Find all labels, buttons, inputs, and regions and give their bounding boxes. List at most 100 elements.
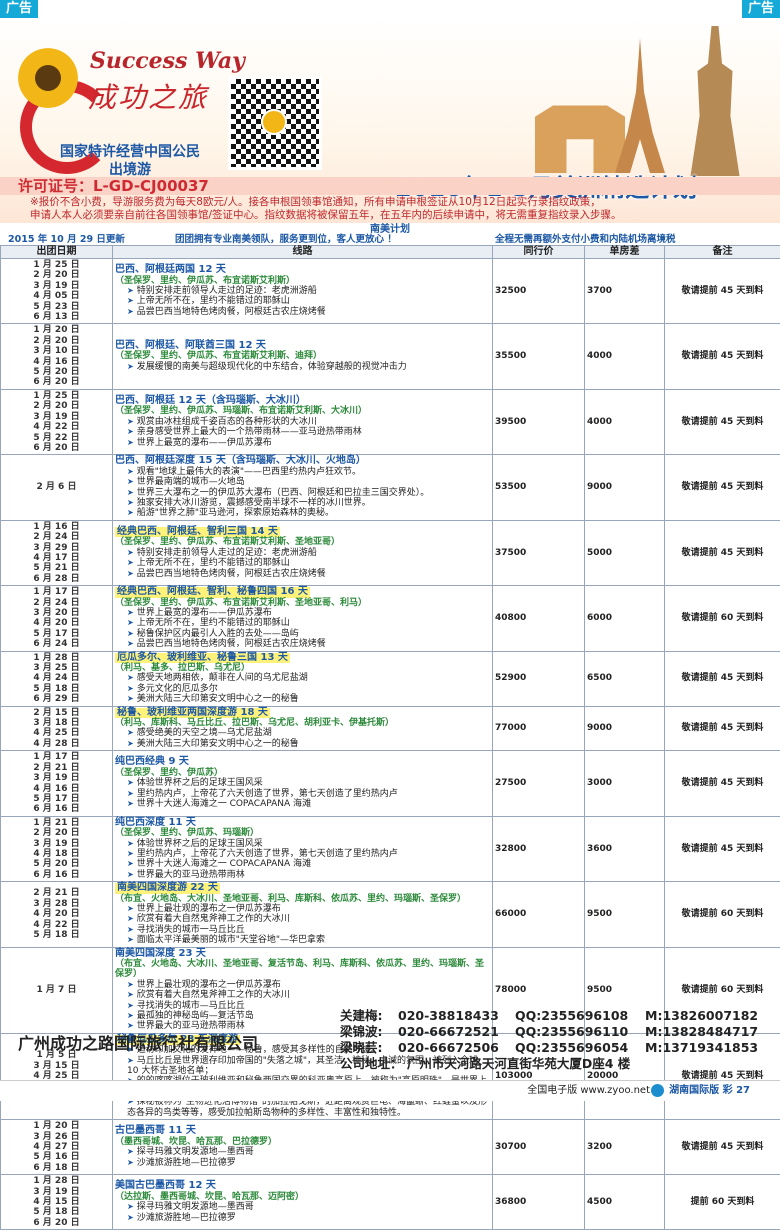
- route-highlight: 品尝巴西当地特色烤肉餐，阿根廷古农庄烧烤餐: [115, 569, 490, 579]
- departure-dates: 1 月 20 日 3 月 26 日 4 月 27 日 5 月 16 日 6 月 …: [1, 1120, 113, 1175]
- tour-row: 1 月 17 日 2 月 21 日 3 月 19 日 4 月 16 日 5 月 …: [1, 751, 780, 816]
- route-highlight: 发展缓慢的南美与超级现代化的中东结合，体验穿越般的视觉冲击力: [115, 362, 490, 372]
- single-supplement: 4000: [585, 389, 665, 454]
- route-highlight: 独家安排大冰川游览，震撼感受南半球不一样的冰川世界。: [115, 498, 490, 508]
- peer-price: 37500: [493, 520, 585, 585]
- notices: ※报价不含小费，导游服务费为每天8欧元/人。接各申根国领事馆通知，所有申请申根签…: [30, 196, 770, 222]
- tour-row: 1 月 17 日 2 月 24 日 3 月 20 日 4 月 20 日 5 月 …: [1, 586, 780, 651]
- route-cell: 南美四国深度游 22 天（布宜、火地岛、大冰川、圣地亚哥、利马、库斯科、依瓜苏、…: [113, 882, 493, 947]
- route-title: 纯巴西经典 9 天: [115, 756, 189, 767]
- booking-note: 敬请提前 45 天到料: [665, 389, 780, 454]
- route-highlight: 品尝巴西当地特色烤肉餐，阿根廷古农庄烧烤餐: [115, 307, 490, 317]
- route-highlight: 上帝无所不在，里约不能错过的耶稣山: [115, 296, 490, 306]
- route-highlight: 世界上最宽的瀑布——伊瓜苏瀑布: [115, 438, 490, 448]
- tour-row: 2 月 6 日巴西、阿根廷深度 15 天（含玛瑙斯、大冰川、火地岛）观看"地球上…: [1, 455, 780, 520]
- col-header-single: 单房差: [585, 246, 665, 259]
- route-cell: 纯巴西经典 9 天（圣保罗、里约、伊瓜苏）体验世界杯之后的足球王国风采里约热内卢…: [113, 751, 493, 816]
- route-highlight: 世界三大瀑布之一的伊瓜苏大瀑布（巴西、阿根廷和巴拉圭三国交界处）。: [115, 488, 490, 498]
- departure-dates: 1 月 28 日 3 月 19 日 4 月 15 日 5 月 18 日 6 月 …: [1, 1175, 113, 1230]
- route-title: 巴西、阿根廷 12 天（含玛瑙斯、大冰川）: [115, 395, 306, 406]
- route-highlight: 船游"世界之肺"亚马逊河，探索原始森林的奥秘。: [115, 508, 490, 518]
- sunflower-logo-icon: [18, 48, 78, 108]
- single-supplement: 5000: [585, 520, 665, 585]
- route-title: 经典巴西、阿根廷、智利、秘鲁四国 16 天: [115, 587, 310, 597]
- route-cities: （墨西哥城、坎昆、哈瓦那、巴拉德罗）: [115, 1137, 490, 1147]
- ad-label-right: 广告: [742, 0, 780, 18]
- route-highlight: 体验世界杯之后的足球王国风采: [115, 778, 490, 788]
- route-cell: 美国古巴墨西哥 12 天（达拉斯、墨西哥城、坎昆、哈瓦那、迈阿密）探寻玛雅文明发…: [113, 1175, 493, 1230]
- contact-row: 关建梅: 020-38818433 QQ:2355696108 M:138260…: [340, 1008, 780, 1024]
- route-cell: 厄瓜多尔、玻利维亚、秘鲁三国 13 天（利马、基多、拉巴斯、乌尤尼）感受天地两相…: [113, 651, 493, 706]
- qr-center-logo-icon: [261, 109, 287, 135]
- route-highlight: 世界最南端的城市—火地岛: [115, 477, 490, 487]
- booking-note: 敬请提前 45 天到料: [665, 706, 780, 751]
- route-title: 秘鲁、玻利维亚两国深度游 18 天: [115, 708, 270, 718]
- route-highlight: 感受天地两相依，颠非在人间的乌尤尼盐湖: [115, 673, 490, 683]
- departure-dates: 1 月 17 日 2 月 24 日 3 月 20 日 4 月 20 日 5 月 …: [1, 586, 113, 651]
- route-cell: 巴西、阿根廷 12 天（含玛瑙斯、大冰川）（圣保罗、里约、伊瓜苏、玛瑙斯、布宜诺…: [113, 389, 493, 454]
- route-highlight: 欣赏有着大自然鬼斧神工之作的大冰川: [115, 914, 490, 924]
- booking-note: 敬请提前 45 天到料: [665, 816, 780, 881]
- route-cell: 经典巴西、阿根廷、智利三国 14 天（圣保罗、里约、伊瓜苏、布宜诺斯艾利斯、圣地…: [113, 520, 493, 585]
- route-highlight: 世界十大迷人海滩之一 COPACAPANA 海滩: [115, 799, 490, 809]
- single-supplement: 3700: [585, 259, 665, 324]
- route-highlight: 上帝无所不在，里约不能错过的耶稣山: [115, 558, 490, 568]
- departure-dates: 2 月 15 日 3 月 18 日 4 月 25 日 4 月 28 日: [1, 706, 113, 751]
- fee-note: 全程无需再额外支付小费和内陆机场离境税: [495, 234, 676, 245]
- departure-dates: 1 月 25 日 2 月 20 日 3 月 19 日 4 月 22 日 5 月 …: [1, 389, 113, 454]
- departure-dates: 2 月 6 日: [1, 455, 113, 520]
- departure-dates: 1 月 7 日: [1, 947, 113, 1033]
- address-row: 公司地址： 广州市天河路天河直街华苑大厦D座4 楼: [340, 1056, 780, 1072]
- notice-line: 申请人本人必须要亲自前往各国领事馆/签证中心。指纹数据将被保留五年，在五年内的后…: [30, 209, 770, 222]
- route-highlight: 亲身感受世界上最大的一个热带雨林——亚马逊热带雨林: [115, 427, 490, 437]
- peer-price: 40800: [493, 586, 585, 651]
- route-cell: 古巴墨西哥 11 天（墨西哥城、坎昆、哈瓦那、巴拉德罗）探寻玛雅文明发源地—墨西…: [113, 1120, 493, 1175]
- peer-price: 36800: [493, 1175, 585, 1230]
- route-cities: （布宜、火地岛、大冰川、圣地亚哥、利马、库斯科、依瓜苏、里约、玛瑙斯、圣保罗）: [115, 894, 490, 904]
- col-header-note: 备注: [665, 246, 780, 259]
- booking-note: 敬请提前 45 天到料: [665, 751, 780, 816]
- route-cell: 巴西、阿根廷两国 12 天（圣保罗、里约、伊瓜苏、布宜诺斯艾利斯）特别安排走前领…: [113, 259, 493, 324]
- route-cities: （利马、基多、拉巴斯、乌尤尼）: [115, 663, 490, 673]
- departure-dates: 1 月 20 日 2 月 20 日 3 月 10 日 4 月 16 日 5 月 …: [1, 324, 113, 389]
- route-cities: （圣保罗、里约、伊瓜苏、玛瑙斯、布宜诺斯艾利斯、大冰川）: [115, 406, 490, 416]
- route-highlight: 体验世界杯之后的足球王国风采: [115, 839, 490, 849]
- route-highlight: 美洲大陆三大印第安文明中心之一的秘鲁: [115, 694, 490, 704]
- departure-dates: 1 月 21 日 2 月 20 日 3 月 19 日 4 月 18 日 5 月 …: [1, 816, 113, 881]
- tour-row: 1 月 25 日 2 月 20 日 3 月 19 日 4 月 05 日 5 月 …: [1, 259, 780, 324]
- booking-note: 敬请提前 45 天到料: [665, 455, 780, 520]
- departure-dates: 1 月 28 日 3 月 25 日 4 月 24 日 5 月 18 日 6 月 …: [1, 651, 113, 706]
- edition-globe-icon: [651, 1084, 664, 1097]
- route-highlight: 世界上最壮观的瀑布之一伊瓜苏瀑布: [115, 980, 490, 990]
- contact-row: 梁晓芸: 020-66672506 QQ:2355696054 M:137193…: [340, 1040, 780, 1056]
- route-cities: （圣保罗、里约、伊瓜苏）: [115, 768, 490, 778]
- route-highlight: 探寻玛雅文明发源地—墨西哥: [115, 1147, 490, 1157]
- tour-row: 1 月 16 日 2 月 24 日 3 月 29 日 4 月 17 日 5 月 …: [1, 520, 780, 585]
- site-link[interactable]: 全国电子版 www.zyoo.net: [527, 1081, 650, 1101]
- route-highlight: 品尝巴西当地特色烤肉餐，阿根廷古农庄烧烤餐: [115, 639, 490, 649]
- route-highlight: 沙滩旅游胜地—巴拉德罗: [115, 1213, 490, 1223]
- departure-dates: 1 月 17 日 2 月 21 日 3 月 19 日 4 月 16 日 5 月 …: [1, 751, 113, 816]
- departure-dates: 2 月 21 日 3 月 28 日 4 月 20 日 4 月 22 日 5 月 …: [1, 882, 113, 947]
- peer-price: 66000: [493, 882, 585, 947]
- route-cities: （利马、库斯科、马丘比丘、拉巴斯、乌尤尼、胡利亚卡、伊基托斯）: [115, 718, 490, 728]
- peer-price: 53500: [493, 455, 585, 520]
- peer-price: 52900: [493, 651, 585, 706]
- booking-note: 敬请提前 45 天到料: [665, 651, 780, 706]
- peer-price: 32500: [493, 259, 585, 324]
- route-highlight: 欣赏有着大自然鬼斧神工之作的大冰川: [115, 990, 490, 1000]
- route-highlight: 特别安排走前领导人走过的足迹：老虎洲游船: [115, 286, 490, 296]
- tour-row: 1 月 28 日 3 月 25 日 4 月 24 日 5 月 18 日 6 月 …: [1, 651, 780, 706]
- single-supplement: 3000: [585, 751, 665, 816]
- route-cities: （圣保罗、里约、伊瓜苏、布宜诺斯艾利斯、圣地亚哥、利马）: [115, 598, 490, 608]
- booking-note: 敬请提前 45 天到料: [665, 1120, 780, 1175]
- route-cell: 经典巴西、阿根廷、智利、秘鲁四国 16 天（圣保罗、里约、伊瓜苏、布宜诺斯艾利斯…: [113, 586, 493, 651]
- col-header-route: 线路: [113, 246, 493, 259]
- route-highlight: 世界最大的亚马逊热带雨林: [115, 870, 490, 880]
- company-name: 广州成功之路国际旅行社有限公司: [18, 1030, 258, 1054]
- tour-row: 1 月 20 日 2 月 20 日 3 月 10 日 4 月 16 日 5 月 …: [1, 324, 780, 389]
- route-title: 美国古巴墨西哥 12 天: [115, 1180, 216, 1191]
- route-highlight: 探寻玛雅文明发源地—墨西哥: [115, 1202, 490, 1212]
- license-number: 许可证号：L-GD-CJ00037: [18, 177, 209, 195]
- booking-note: 敬请提前 60 天到料: [665, 586, 780, 651]
